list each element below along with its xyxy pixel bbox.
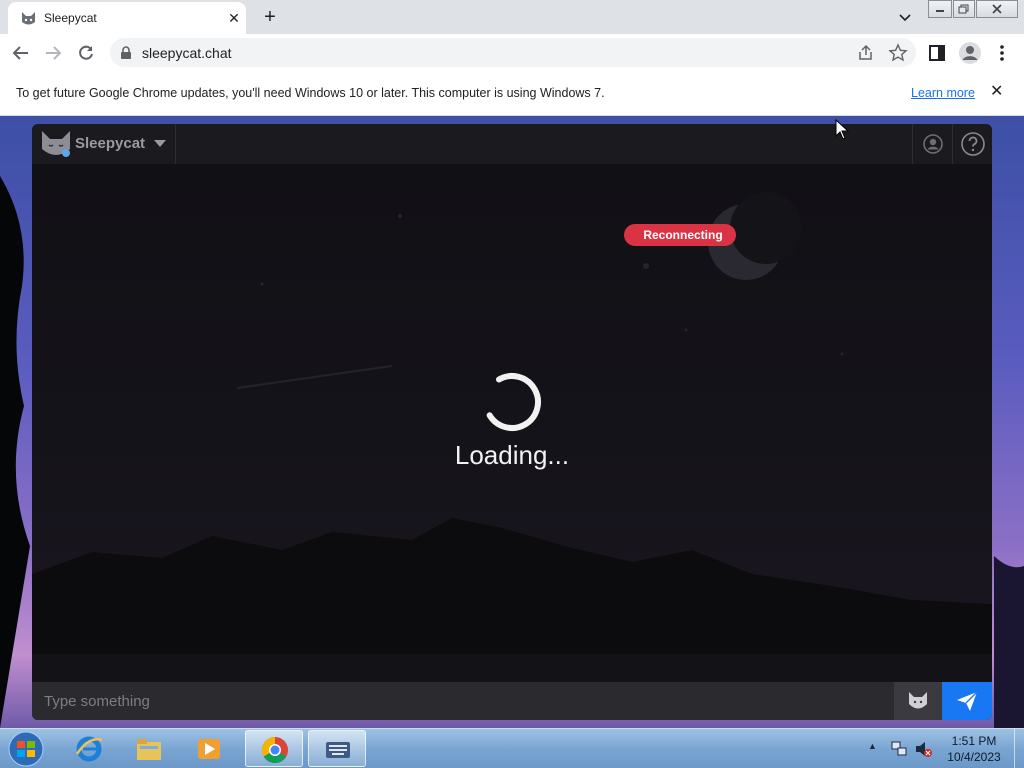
taskbar-internet-explorer[interactable] — [60, 730, 118, 767]
menu-kebab-icon[interactable] — [996, 44, 1008, 62]
reload-icon — [79, 45, 93, 60]
minimize-button[interactable] — [928, 0, 952, 18]
taskbar-chrome[interactable] — [245, 730, 303, 767]
tab-sleepycat[interactable]: Sleepycat ✕ — [8, 2, 246, 34]
lock-icon[interactable] — [120, 46, 132, 60]
page-background: Sleepycat Reconnecting Loading... Type s… — [0, 116, 1024, 728]
sleepycat-app: Sleepycat Reconnecting Loading... Type s… — [32, 124, 992, 720]
forward-button[interactable] — [40, 40, 66, 66]
message-input[interactable] — [32, 682, 894, 720]
cat-favicon-icon — [22, 12, 35, 25]
infobar-message: To get future Google Chrome updates, you… — [16, 86, 605, 100]
tab-bar: Sleepycat ✕ + — [0, 0, 1024, 34]
loading-spinner-icon — [483, 372, 541, 431]
sleepycat-logo-icon — [42, 131, 70, 157]
help-circle-icon — [961, 132, 985, 156]
close-icon — [992, 4, 1002, 14]
loading-scene: Reconnecting Loading... — [32, 164, 992, 654]
reconnecting-status-badge: Reconnecting — [624, 224, 736, 246]
cat-face-icon — [909, 692, 927, 709]
paper-plane-icon — [957, 691, 978, 711]
chrome-icon — [261, 736, 288, 764]
network-icon[interactable] — [890, 740, 908, 758]
restore-button[interactable] — [953, 0, 975, 18]
arrow-left-icon — [12, 46, 28, 60]
side-panel-icon[interactable] — [928, 44, 946, 62]
close-window-button[interactable] — [976, 0, 1018, 18]
cat-emote-button[interactable] — [894, 682, 942, 720]
brand-name: Sleepycat — [75, 135, 146, 152]
clock-date[interactable]: 10/4/2023 — [938, 750, 1010, 764]
media-player-icon — [198, 739, 220, 759]
restore-icon — [958, 4, 969, 14]
browser-toolbar: sleepycat.chat — [0, 34, 1024, 71]
clock-time[interactable]: 1:51 PM — [938, 734, 1010, 748]
brand-menu[interactable]: Sleepycat — [32, 124, 176, 164]
arrow-right-icon — [46, 46, 62, 60]
loading-text: Loading... — [454, 440, 570, 470]
back-button[interactable] — [8, 40, 34, 66]
caret-down-icon — [154, 140, 166, 147]
windows-start-button[interactable] — [6, 731, 46, 767]
address-bar[interactable]: sleepycat.chat — [110, 38, 916, 67]
taskbar-media-player[interactable] — [180, 730, 238, 767]
account-button[interactable] — [912, 124, 952, 164]
tab-search-chevron-icon[interactable] — [894, 6, 916, 28]
reload-button[interactable] — [73, 40, 99, 66]
star-icon[interactable] — [888, 43, 908, 63]
folder-icon — [137, 739, 161, 760]
tab-title: Sleepycat — [44, 11, 97, 25]
show-desktop-button[interactable] — [1014, 729, 1024, 768]
taskbar-on-screen-keyboard[interactable] — [308, 730, 366, 767]
message-composer — [32, 682, 992, 720]
profile-avatar-icon[interactable] — [958, 41, 982, 65]
new-tab-button[interactable]: + — [258, 5, 282, 29]
share-icon[interactable] — [856, 43, 876, 63]
help-button[interactable] — [952, 124, 992, 164]
windows-taskbar: ▲ 1:51 PM 10/4/2023 — [0, 728, 1024, 768]
taskbar-file-explorer[interactable] — [120, 730, 178, 767]
url-text: sleepycat.chat — [142, 45, 232, 61]
update-infobar: To get future Google Chrome updates, you… — [0, 71, 1024, 116]
minimize-icon — [936, 10, 944, 12]
infobar-close-icon[interactable]: ✕ — [990, 84, 1003, 100]
volume-muted-icon[interactable] — [914, 740, 932, 758]
tab-close-icon[interactable]: ✕ — [224, 8, 244, 28]
internet-explorer-icon — [75, 736, 103, 762]
mouse-cursor-icon — [835, 119, 849, 140]
send-button[interactable] — [942, 682, 992, 720]
keyboard-icon — [326, 742, 350, 758]
tray-expand-icon[interactable]: ▲ — [868, 741, 877, 751]
user-circle-icon — [923, 134, 943, 154]
learn-more-link[interactable]: Learn more — [911, 86, 975, 100]
